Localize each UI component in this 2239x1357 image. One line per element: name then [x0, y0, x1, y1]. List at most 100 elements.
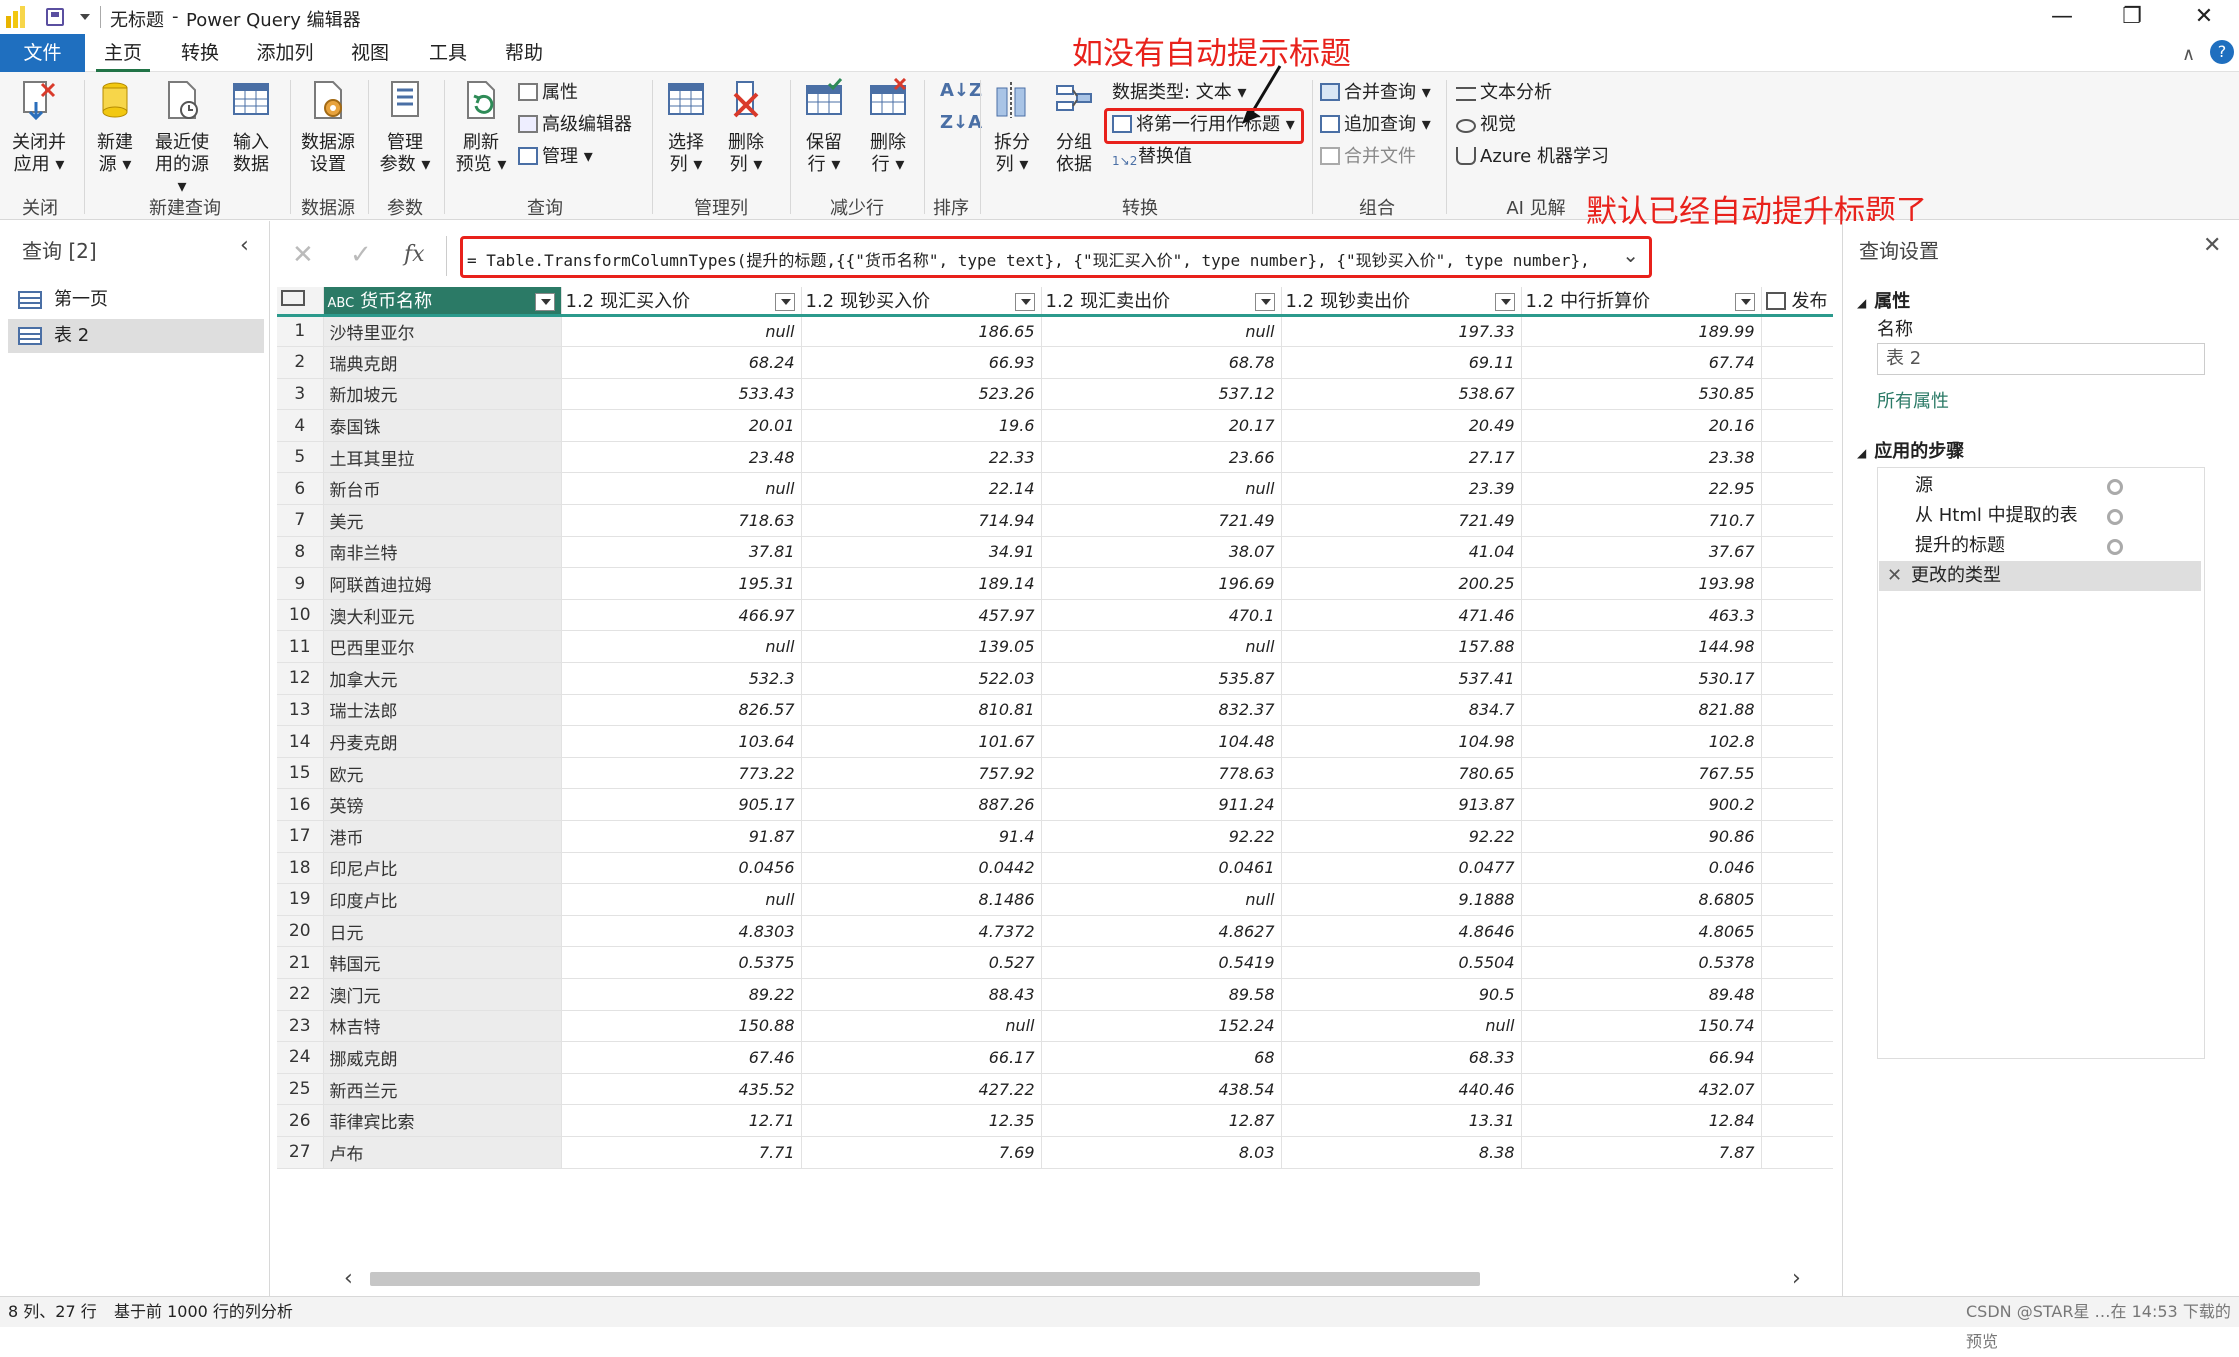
- value-cell[interactable]: 12.87: [1041, 1104, 1282, 1137]
- value-cell[interactable]: 714.94: [801, 504, 1042, 537]
- value-cell[interactable]: 68.78: [1041, 346, 1282, 379]
- currency-cell[interactable]: 沙特里亚尔: [323, 315, 562, 348]
- row-number[interactable]: 2: [277, 346, 324, 379]
- column-header-spot-sell[interactable]: 1.2 现汇卖出价: [1041, 287, 1282, 317]
- value-cell[interactable]: 68: [1041, 1041, 1282, 1074]
- value-cell[interactable]: 780.65: [1281, 757, 1522, 790]
- value-cell[interactable]: 471.46: [1281, 599, 1522, 632]
- value-cell[interactable]: 91.4: [801, 820, 1042, 853]
- publish-cell[interactable]: [1761, 1010, 1833, 1043]
- value-cell[interactable]: 104.98: [1281, 725, 1522, 758]
- row-number[interactable]: 4: [277, 409, 324, 442]
- column-profiling-status[interactable]: 基于前 1000 行的列分析: [114, 1297, 293, 1327]
- value-cell[interactable]: 532.3: [561, 662, 802, 695]
- currency-cell[interactable]: 瑞士法郎: [323, 694, 562, 727]
- manage-params-button[interactable]: 管理 参数 ▾: [374, 78, 436, 176]
- value-cell[interactable]: 37.67: [1521, 536, 1762, 569]
- value-cell[interactable]: 20.49: [1281, 409, 1522, 442]
- collapse-queries-icon[interactable]: ‹: [240, 233, 249, 258]
- currency-cell[interactable]: 新西兰元: [323, 1073, 562, 1106]
- currency-cell[interactable]: 林吉特: [323, 1010, 562, 1043]
- publish-cell[interactable]: [1761, 346, 1833, 379]
- query-item-table2[interactable]: 表 2: [8, 319, 264, 353]
- value-cell[interactable]: 905.17: [561, 788, 802, 821]
- value-cell[interactable]: 537.12: [1041, 378, 1282, 411]
- value-cell[interactable]: 533.43: [561, 378, 802, 411]
- formula-input[interactable]: = Table.TransformColumnTypes(提升的标题,{{"货币…: [460, 236, 1652, 278]
- tab-file[interactable]: 文件: [0, 34, 85, 72]
- value-cell[interactable]: 8.6805: [1521, 883, 1762, 916]
- row-number[interactable]: 5: [277, 441, 324, 474]
- row-number[interactable]: 12: [277, 662, 324, 695]
- publish-cell[interactable]: [1761, 1073, 1833, 1106]
- decimal-type-icon[interactable]: 1.2: [1286, 291, 1315, 312]
- value-cell[interactable]: 68.33: [1281, 1041, 1522, 1074]
- publish-cell[interactable]: [1761, 725, 1833, 758]
- tab-tools[interactable]: 工具: [420, 34, 476, 72]
- step-source[interactable]: 源: [1883, 471, 2133, 501]
- currency-cell[interactable]: 阿联酋迪拉姆: [323, 567, 562, 600]
- delete-step-icon[interactable]: ✕: [1887, 561, 1902, 591]
- publish-cell[interactable]: [1761, 1104, 1833, 1137]
- value-cell[interactable]: 12.71: [561, 1104, 802, 1137]
- value-cell[interactable]: 0.5378: [1521, 946, 1762, 979]
- column-filter-icon[interactable]: [534, 293, 555, 311]
- value-cell[interactable]: 22.95: [1521, 472, 1762, 506]
- value-cell[interactable]: 37.81: [561, 536, 802, 569]
- value-cell[interactable]: 8.38: [1281, 1136, 1522, 1169]
- value-cell[interactable]: 887.26: [801, 788, 1042, 821]
- value-cell[interactable]: 757.92: [801, 757, 1042, 790]
- currency-cell[interactable]: 美元: [323, 504, 562, 537]
- value-cell[interactable]: 12.84: [1521, 1104, 1762, 1137]
- tab-add-column[interactable]: 添加列: [250, 34, 320, 72]
- value-cell[interactable]: null: [1041, 315, 1282, 348]
- row-number[interactable]: 19: [277, 883, 324, 916]
- minimize-button[interactable]: —: [2030, 0, 2094, 34]
- currency-cell[interactable]: 新台币: [323, 472, 562, 506]
- column-filter-icon[interactable]: [774, 293, 795, 311]
- currency-cell[interactable]: 南非兰特: [323, 536, 562, 569]
- value-cell[interactable]: 89.48: [1521, 978, 1762, 1011]
- currency-cell[interactable]: 印度卢比: [323, 883, 562, 916]
- publish-cell[interactable]: [1761, 852, 1833, 885]
- value-cell[interactable]: 23.39: [1281, 472, 1522, 506]
- scroll-thumb[interactable]: [370, 1272, 1480, 1286]
- value-cell[interactable]: 466.97: [561, 599, 802, 632]
- row-number[interactable]: 6: [277, 472, 324, 506]
- column-header-boc-rate[interactable]: 1.2 中行折算价: [1521, 287, 1762, 317]
- publish-cell[interactable]: [1761, 820, 1833, 853]
- currency-cell[interactable]: 瑞典克朗: [323, 346, 562, 379]
- value-cell[interactable]: 102.8: [1521, 725, 1762, 758]
- publish-cell[interactable]: [1761, 378, 1833, 411]
- decimal-type-icon[interactable]: 1.2: [1526, 291, 1555, 312]
- decimal-type-icon[interactable]: 1.2: [806, 291, 835, 312]
- column-header-spot-buy[interactable]: 1.2 现汇买入价: [561, 287, 802, 317]
- query-item-first-page[interactable]: 第一页: [8, 283, 264, 317]
- help-icon[interactable]: ?: [2210, 40, 2234, 64]
- split-column-button[interactable]: 拆分 列 ▾: [986, 78, 1038, 176]
- value-cell[interactable]: null: [561, 315, 802, 348]
- column-filter-icon[interactable]: [1494, 293, 1515, 311]
- value-cell[interactable]: 189.14: [801, 567, 1042, 600]
- value-cell[interactable]: 193.98: [1521, 567, 1762, 600]
- recent-sources-button[interactable]: 最近使 用的源 ▾: [148, 78, 216, 198]
- text-analytics-button[interactable]: 文本分析: [1456, 82, 1552, 104]
- value-cell[interactable]: 22.14: [801, 472, 1042, 506]
- value-cell[interactable]: 721.49: [1041, 504, 1282, 537]
- value-cell[interactable]: null: [1041, 883, 1282, 916]
- value-cell[interactable]: 718.63: [561, 504, 802, 537]
- value-cell[interactable]: 189.99: [1521, 315, 1762, 348]
- merge-queries-button[interactable]: 合并查询 ▾: [1320, 82, 1431, 104]
- decimal-type-icon[interactable]: 1.2: [1046, 291, 1075, 312]
- row-number[interactable]: 20: [277, 915, 324, 948]
- value-cell[interactable]: null: [1281, 1010, 1522, 1043]
- close-settings-icon[interactable]: ✕: [2203, 233, 2221, 258]
- value-cell[interactable]: 19.6: [801, 409, 1042, 442]
- value-cell[interactable]: 195.31: [561, 567, 802, 600]
- value-cell[interactable]: 88.43: [801, 978, 1042, 1011]
- value-cell[interactable]: 4.8065: [1521, 915, 1762, 948]
- azure-ml-button[interactable]: Azure 机器学习: [1456, 146, 1609, 168]
- row-number[interactable]: 9: [277, 567, 324, 600]
- publish-cell[interactable]: [1761, 315, 1833, 348]
- value-cell[interactable]: 41.04: [1281, 536, 1522, 569]
